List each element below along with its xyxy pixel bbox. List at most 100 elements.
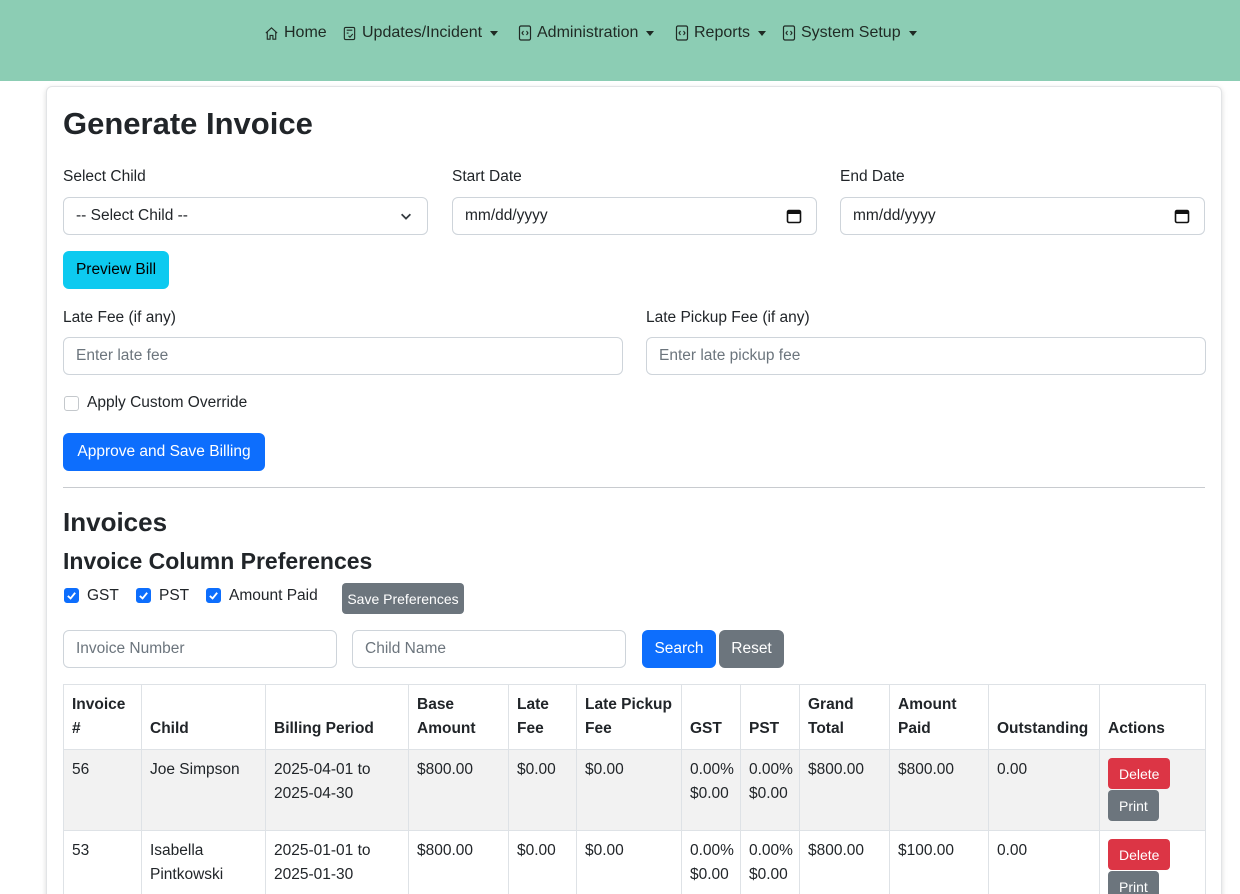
select-child-dropdown[interactable]: -- Select Child -- (63, 197, 428, 235)
section-divider (63, 487, 1205, 488)
table-row: 56 Joe Simpson 2025-04-01 to 2025-04-30 … (63, 749, 1206, 831)
calendar-icon[interactable] (1174, 208, 1190, 224)
end-date-label: End Date (840, 168, 905, 185)
start-date-placeholder: mm/dd/yyyy (465, 207, 548, 224)
top-navbar: Home Updates/Incident Administration Rep… (0, 0, 1240, 81)
gst-rate: 0.00% (690, 761, 734, 778)
pst-rate: 0.00% (749, 761, 793, 778)
child-cell: Isabella Pintkowski (141, 830, 266, 894)
clipboard-check-icon (343, 26, 356, 41)
file-code-icon (782, 25, 796, 41)
nav-system-setup-label: System Setup (801, 24, 901, 41)
column-header: Late Fee (508, 684, 577, 750)
gst-amount: $0.00 (690, 866, 729, 883)
gst-cell: 0.00% $0.00 (681, 830, 741, 894)
period-start: 2025-04-01 to (274, 761, 371, 778)
house-icon (265, 26, 278, 40)
pst-cell: 0.00% $0.00 (740, 830, 800, 894)
save-preferences-button[interactable]: Save Preferences (342, 583, 464, 614)
pref-amount-paid-checkbox[interactable] (206, 588, 221, 603)
actions-cell: Delete Print (1099, 830, 1206, 894)
child-cell: Joe Simpson (141, 749, 266, 831)
nav-home[interactable]: Home (264, 22, 327, 44)
late-pickup-fee-label: Late Pickup Fee (if any) (646, 309, 810, 326)
table-row: 53 Isabella Pintkowski 2025-01-01 to 202… (63, 830, 1206, 894)
chevron-down-icon (758, 30, 767, 36)
pref-gst-label: GST (87, 587, 119, 604)
file-code-icon (675, 25, 689, 41)
print-invoice-button[interactable]: Print (1108, 790, 1159, 821)
column-header: GST (681, 684, 741, 750)
base-amount-cell: $800.00 (408, 749, 509, 831)
actions-cell: Delete Print (1099, 749, 1206, 831)
column-header: Child (141, 684, 266, 750)
nav-updates-label: Updates/Incident (362, 24, 483, 41)
column-header: Invoice # (63, 684, 142, 750)
invoice-number-cell: 56 (63, 749, 142, 831)
calendar-icon[interactable] (786, 208, 802, 224)
approve-save-billing-button[interactable]: Approve and Save Billing (63, 433, 265, 471)
late-fee-input[interactable] (63, 337, 623, 375)
nav-updates-incident[interactable]: Updates/Incident (342, 22, 499, 44)
chevron-down-icon (490, 30, 499, 36)
checkmark-icon (139, 592, 148, 600)
invoices-heading: Invoices (63, 507, 168, 537)
grand-total-cell: $800.00 (799, 749, 890, 831)
reset-button[interactable]: Reset (719, 630, 784, 668)
column-header: Late Pickup Fee (576, 684, 682, 750)
nav-reports[interactable]: Reports (675, 22, 767, 44)
late-pickup-fee-cell: $0.00 (576, 830, 682, 894)
child-name-search-input[interactable] (352, 630, 626, 668)
period-end: 2025-04-30 (274, 785, 354, 802)
search-button[interactable]: Search (642, 630, 716, 668)
pref-pst-label: PST (159, 587, 190, 604)
select-child-label: Select Child (63, 168, 146, 185)
table-header-row: Invoice # Child Billing Period Base Amou… (63, 684, 1206, 750)
outstanding-cell: 0.00 (988, 749, 1100, 831)
pst-amount: $0.00 (749, 866, 788, 883)
pref-pst-checkbox[interactable] (136, 588, 151, 603)
end-date-placeholder: mm/dd/yyyy (853, 207, 936, 224)
nav-administration[interactable]: Administration (518, 22, 655, 44)
pst-amount: $0.00 (749, 785, 788, 802)
custom-override-checkbox[interactable] (64, 396, 79, 411)
column-header: Base Amount (408, 684, 509, 750)
pst-cell: 0.00% $0.00 (740, 749, 800, 831)
nav-home-label: Home (284, 24, 327, 41)
pst-rate: 0.00% (749, 842, 793, 859)
chevron-down-icon (646, 30, 655, 36)
preview-bill-button[interactable]: Preview Bill (63, 251, 169, 289)
checkmark-icon (209, 592, 218, 600)
invoice-number-search-input[interactable] (63, 630, 337, 668)
column-header: Grand Total (799, 684, 890, 750)
gst-cell: 0.00% $0.00 (681, 749, 741, 831)
delete-invoice-button[interactable]: Delete (1108, 758, 1171, 789)
gst-rate: 0.00% (690, 842, 734, 859)
nav-administration-label: Administration (537, 24, 639, 41)
pref-gst-checkbox[interactable] (64, 588, 79, 603)
column-header: Actions (1099, 684, 1206, 750)
late-fee-cell: $0.00 (508, 830, 577, 894)
print-invoice-button[interactable]: Print (1108, 871, 1159, 894)
column-preferences-heading: Invoice Column Preferences (63, 548, 373, 574)
nav-reports-label: Reports (694, 24, 751, 41)
period-end: 2025-01-30 (274, 866, 354, 883)
nav-system-setup[interactable]: System Setup (782, 22, 917, 44)
delete-invoice-button[interactable]: Delete (1108, 839, 1171, 870)
billing-period-cell: 2025-04-01 to 2025-04-30 (265, 749, 409, 831)
start-date-input[interactable]: mm/dd/yyyy (452, 197, 817, 235)
pref-amount-paid-label: Amount Paid (229, 587, 318, 604)
start-date-label: Start Date (452, 168, 522, 185)
select-child-value: -- Select Child -- (76, 207, 188, 224)
outstanding-cell: 0.00 (988, 830, 1100, 894)
chevron-down-icon (908, 30, 917, 36)
chevron-down-icon (401, 213, 411, 220)
column-header: Outstanding (988, 684, 1100, 750)
invoice-number-cell: 53 (63, 830, 142, 894)
invoice-card: Generate Invoice Select Child -- Select … (46, 86, 1222, 894)
late-pickup-fee-input[interactable] (646, 337, 1206, 375)
gst-amount: $0.00 (690, 785, 729, 802)
end-date-input[interactable]: mm/dd/yyyy (840, 197, 1205, 235)
invoices-table: Invoice # Child Billing Period Base Amou… (63, 684, 1206, 894)
column-header: Billing Period (265, 684, 409, 750)
